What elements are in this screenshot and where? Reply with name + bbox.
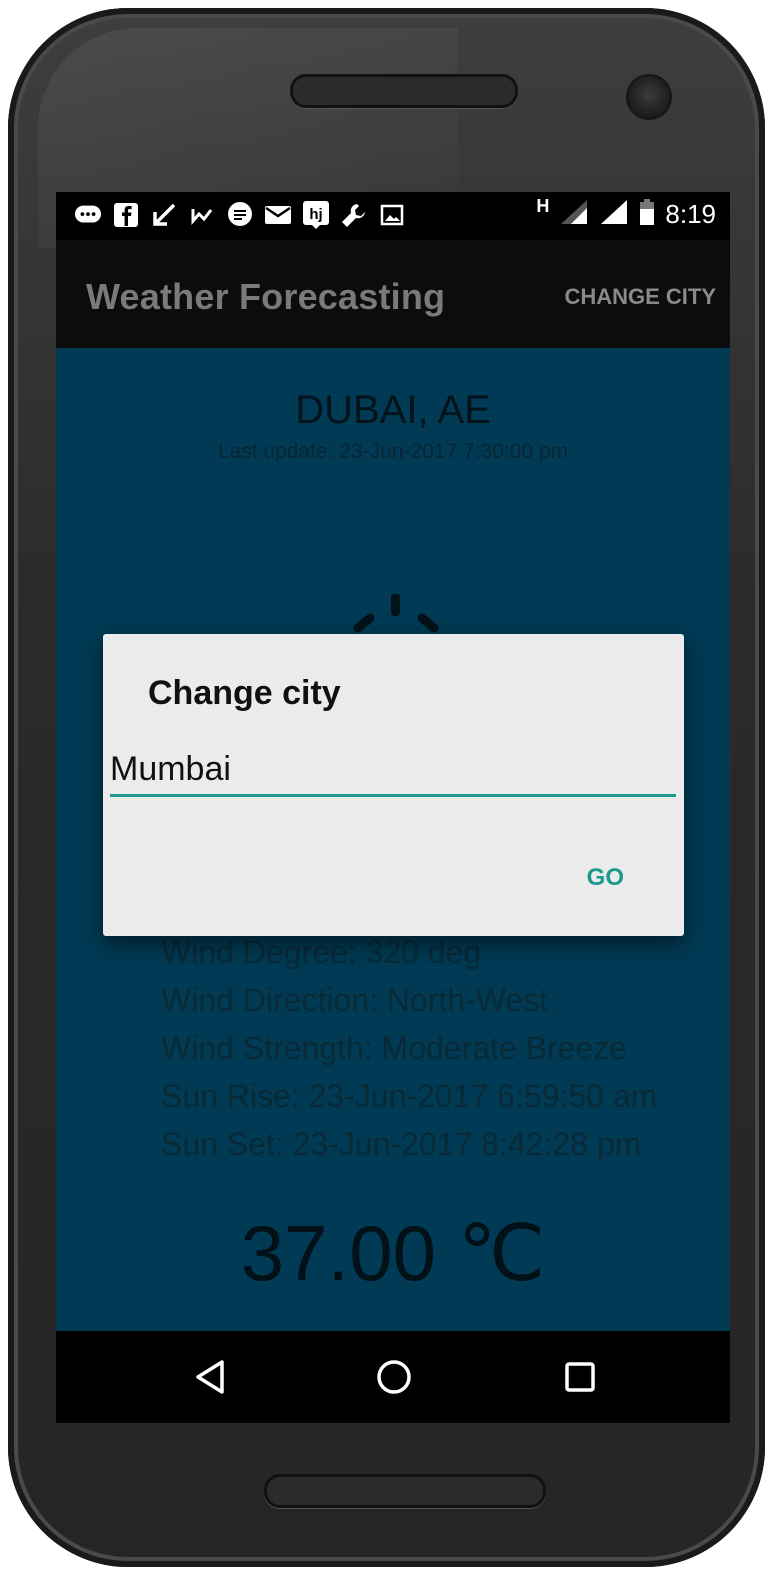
clock: 8:19 [665,199,716,229]
recents-icon[interactable] [560,1357,600,1397]
hj-icon: hj [302,200,330,230]
wrench-icon [340,200,368,230]
app-title: Weather Forecasting [86,276,446,317]
change-city-dialog: Change city GO [103,634,684,936]
wind-direction: Wind Direction: North-West [161,982,549,1018]
notification-icons: hj [74,200,406,230]
city-input[interactable] [110,744,676,797]
last-update: Last update: 23-Jun-2017 7:30:00 pm [217,440,569,463]
arrow-icon [150,200,178,230]
earpiece-speaker [290,74,518,108]
svg-text:hj: hj [309,206,322,223]
back-icon[interactable] [190,1357,230,1397]
battery-icon [639,198,655,231]
phone-screen: hj H 8:19 Weather Forecasting CHANGE CIT… [56,192,730,1423]
temperature: 37.00 ℃ [240,1209,546,1297]
wifi-signal-icon [599,198,629,231]
cell-signal-icon [559,198,589,231]
mail-icon [264,200,292,230]
wind-strength: Wind Strength: Moderate Breeze [161,1030,628,1066]
facebook-icon [112,200,140,230]
image-icon [378,200,406,230]
network-type: H [536,196,550,216]
status-bar: hj H 8:19 [56,192,730,240]
action-bar: Weather Forecasting CHANGE CITY [56,240,730,348]
change-city-menu-item[interactable]: CHANGE CITY [564,284,716,310]
sun-set: Sun Set: 23-Jun-2017 8:42:28 pm [161,1126,642,1162]
dialog-title: Change city [148,674,341,712]
chat-icon [226,200,254,230]
city-name: DUBAI, AE [295,388,491,432]
go-button[interactable]: GO [577,858,634,898]
signal-stat-icon [188,200,216,230]
front-camera [626,74,672,120]
home-icon[interactable] [374,1357,414,1397]
navigation-bar [56,1331,730,1423]
system-status: H 8:19 [536,196,716,231]
sun-rise: Sun Rise: 23-Jun-2017 6:59:50 am [161,1078,658,1114]
bottom-speaker [264,1474,546,1508]
weather-details: Wind Degree: 320 deg Wind Direction: Nor… [161,928,657,1168]
messages-icon [74,200,102,230]
